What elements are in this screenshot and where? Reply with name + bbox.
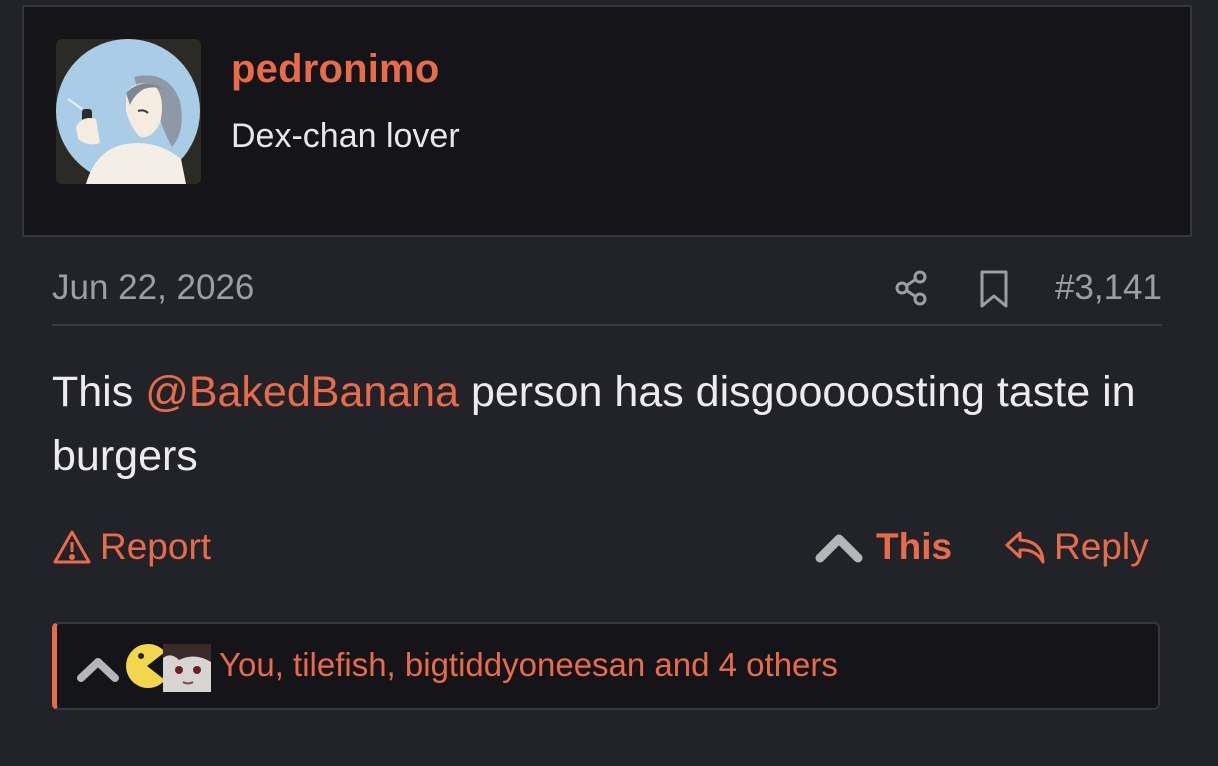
reply-icon xyxy=(1005,531,1045,564)
reactor-avatar xyxy=(163,644,211,692)
this-label: This xyxy=(876,526,953,567)
reply-button[interactable]: Reply xyxy=(1004,526,1149,568)
report-label: Report xyxy=(100,526,212,567)
share-icon[interactable] xyxy=(892,268,932,308)
bookmark-icon[interactable] xyxy=(974,268,1014,310)
reply-label: Reply xyxy=(1054,526,1149,567)
pacman-icon xyxy=(126,644,165,688)
post-actions: Report This Reply xyxy=(52,522,1162,582)
report-button[interactable]: Report xyxy=(52,526,211,568)
post-meta: Jun 22, 2026 #3,141 xyxy=(52,262,1162,326)
upvote-icon xyxy=(77,658,119,682)
username-link[interactable]: pedronimo xyxy=(231,47,439,92)
user-mention-link[interactable]: @BakedBanana xyxy=(145,368,459,416)
this-reaction-button[interactable]: This xyxy=(814,526,952,568)
post-message: This @BakedBanana person has disgooooost… xyxy=(52,360,1162,488)
message-text-before: This xyxy=(52,368,146,416)
reactions-bar[interactable]: You, tilefish, bigtiddyoneesan and 4 oth… xyxy=(52,622,1160,710)
author-card: pedronimo Dex-chan lover xyxy=(22,5,1192,237)
reactions-summary[interactable]: You, tilefish, bigtiddyoneesan and 4 oth… xyxy=(219,646,838,684)
user-title: Dex-chan lover xyxy=(231,117,460,155)
post-date[interactable]: Jun 22, 2026 xyxy=(52,268,254,308)
reaction-icons xyxy=(75,638,225,696)
post-number-link[interactable]: #3,141 xyxy=(1055,268,1162,308)
upvote-icon xyxy=(815,534,863,563)
warning-icon xyxy=(53,530,91,564)
avatar[interactable] xyxy=(56,39,201,184)
